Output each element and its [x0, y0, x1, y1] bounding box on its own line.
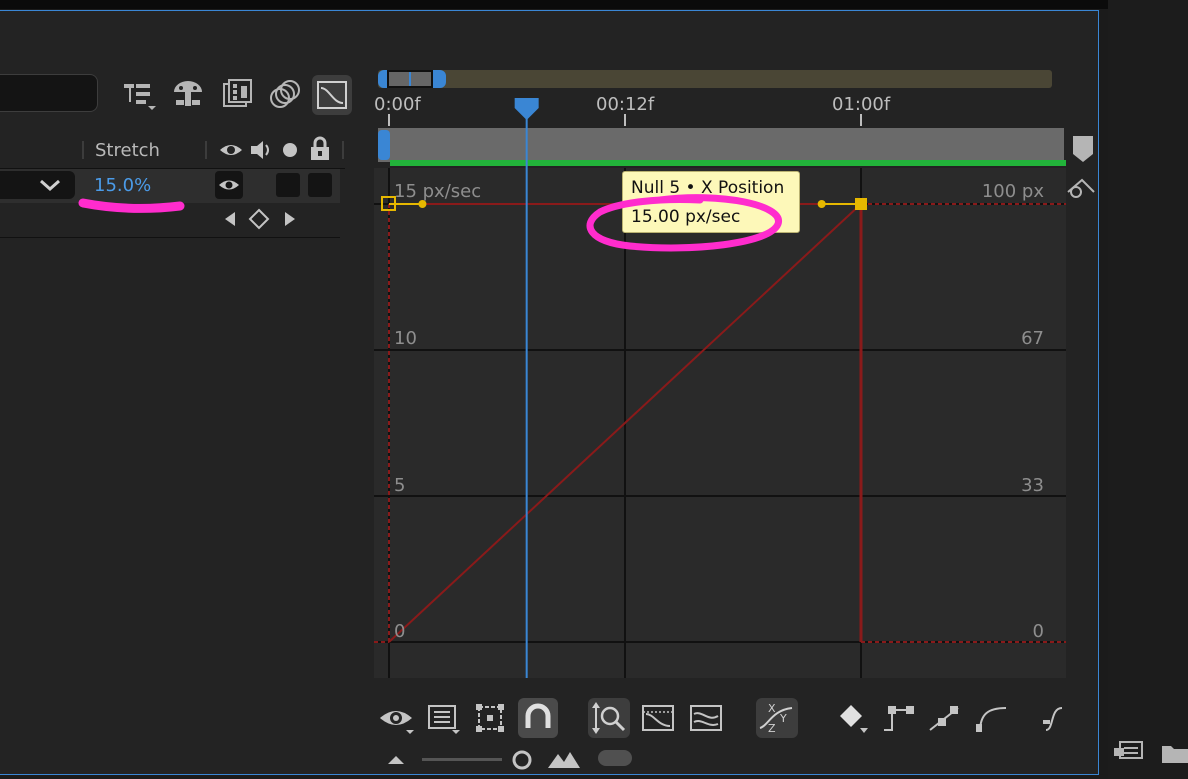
auto-zoom-height-icon: [592, 702, 626, 734]
project-side-panel: [1108, 0, 1188, 779]
snap-button[interactable]: [518, 698, 558, 738]
plot-area[interactable]: [374, 168, 1066, 678]
value-axis-label: 0: [1033, 621, 1044, 642]
motion-blur-icon[interactable]: [268, 80, 302, 110]
separate-dimensions-button[interactable]: XYZ: [756, 698, 798, 738]
stretch-value[interactable]: 15.0%: [94, 175, 151, 196]
audio-icon[interactable]: [248, 138, 274, 162]
search-input[interactable]: [0, 74, 98, 112]
speed-axis-label: 15 px/sec: [394, 181, 481, 202]
next-keyframe-icon[interactable]: [282, 210, 298, 228]
graph-editor-button[interactable]: [312, 75, 352, 115]
hold-keyframe-icon[interactable]: [880, 702, 916, 734]
tooltip-value: 15.00 px/sec: [631, 207, 741, 227]
keyframe-diamond-icon[interactable]: [248, 208, 270, 230]
zoom-out-icon[interactable]: [384, 750, 408, 768]
comp-flowchart-icon[interactable]: [170, 78, 206, 110]
graph-tooltip: Null 5 • X Position 15.00 px/sec: [622, 171, 800, 233]
comp-marker-icon[interactable]: [1070, 134, 1096, 164]
speed-axis-label: 0: [394, 621, 405, 642]
solo-switch[interactable]: [276, 173, 300, 197]
lock-icon[interactable]: [308, 136, 332, 162]
svg-text:Z: Z: [768, 722, 776, 735]
fit-all-icon[interactable]: [688, 702, 724, 734]
auto-zoom-button[interactable]: [588, 698, 630, 738]
linear-keyframe-icon[interactable]: [926, 702, 962, 734]
magnet-icon: [525, 703, 551, 728]
prev-keyframe-icon[interactable]: [222, 210, 238, 228]
top-strip: [0, 0, 1188, 9]
speed-axis-label: 10: [394, 328, 417, 349]
zoom-controls: [380, 744, 640, 774]
show-properties-icon[interactable]: [376, 702, 416, 734]
video-switch[interactable]: [215, 171, 243, 199]
flowchart-icon[interactable]: [1112, 738, 1148, 766]
auto-bezier-icon[interactable]: [974, 702, 1010, 734]
solo-icon[interactable]: [280, 140, 300, 160]
separate-dimensions-icon: XYZ: [759, 702, 793, 735]
lock-switch[interactable]: [308, 173, 332, 197]
parent-dropdown[interactable]: [0, 171, 75, 199]
work-area-start-handle[interactable]: [378, 130, 390, 160]
time-navigator-track[interactable]: [378, 70, 1052, 88]
column-separator: [82, 141, 84, 159]
keyframe-marker-selected: [855, 198, 867, 210]
value-axis-label: 100 px: [982, 181, 1045, 202]
folder-icon[interactable]: [1160, 740, 1188, 766]
svg-text:X: X: [768, 702, 776, 715]
graph-editor[interactable]: 0:00f 00:12f 01:00f 15 px/sec 10 5 0 100 px 67 3…: [374, 62, 1066, 678]
transform-box-icon[interactable]: [474, 702, 508, 734]
graph-toolbar: XYZ: [374, 690, 1066, 746]
time-tick-label: 00:12f: [596, 94, 655, 115]
svg-text:Y: Y: [779, 712, 787, 725]
chevron-down-icon: [40, 179, 60, 192]
time-tick-label: 01:00f: [832, 94, 891, 115]
zoom-slider[interactable]: [422, 758, 502, 761]
zoom-in-icon[interactable]: [546, 748, 582, 770]
stretch-column-header[interactable]: Stretch: [95, 140, 160, 161]
work-area-bar[interactable]: [378, 128, 1064, 162]
zoom-toggle[interactable]: [598, 750, 632, 766]
value-axis-label: 33: [1021, 475, 1044, 496]
graph-editor-icon: [317, 81, 347, 109]
eye-icon[interactable]: [218, 138, 244, 162]
frame-blending-icon[interactable]: [220, 78, 254, 110]
speed-axis-label: 5: [394, 475, 405, 496]
value-axis-label: 67: [1021, 328, 1044, 349]
column-separator: [342, 141, 344, 159]
zoom-slider-thumb[interactable]: [510, 748, 534, 772]
work-area-range: [390, 160, 1066, 166]
time-tick-label: 0:00f: [374, 94, 421, 115]
easy-ease-icon[interactable]: [1042, 702, 1066, 734]
tooltip-title: Null 5 • X Position: [631, 178, 785, 198]
eye-icon: [219, 180, 239, 190]
edit-keyframe-icon[interactable]: [838, 702, 872, 734]
column-separator: [205, 141, 207, 159]
bezier-handle: [817, 200, 826, 208]
shy-layers-icon[interactable]: [122, 80, 158, 110]
time-ruler[interactable]: [374, 90, 1066, 126]
fit-selection-icon[interactable]: [640, 702, 676, 734]
snapshot-icon[interactable]: [1064, 174, 1096, 200]
graph-options-icon[interactable]: [426, 702, 462, 734]
